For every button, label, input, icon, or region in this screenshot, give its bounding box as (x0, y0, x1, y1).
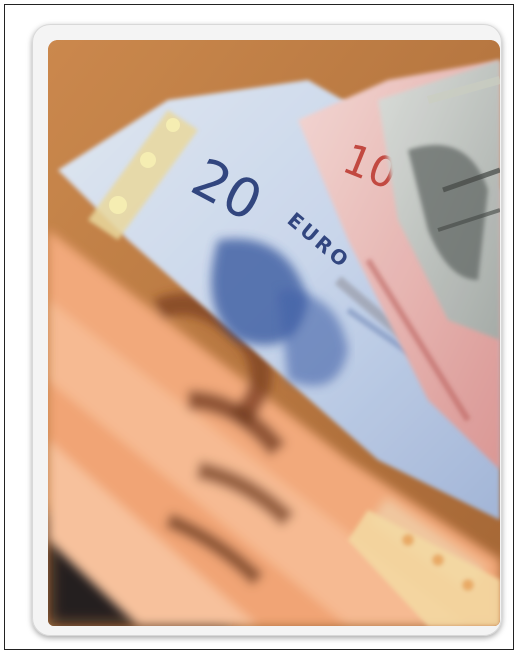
euro-banknotes-photo: 20 EURO 10 (48, 40, 500, 626)
photo-illustration: 20 EURO 10 (48, 40, 500, 626)
